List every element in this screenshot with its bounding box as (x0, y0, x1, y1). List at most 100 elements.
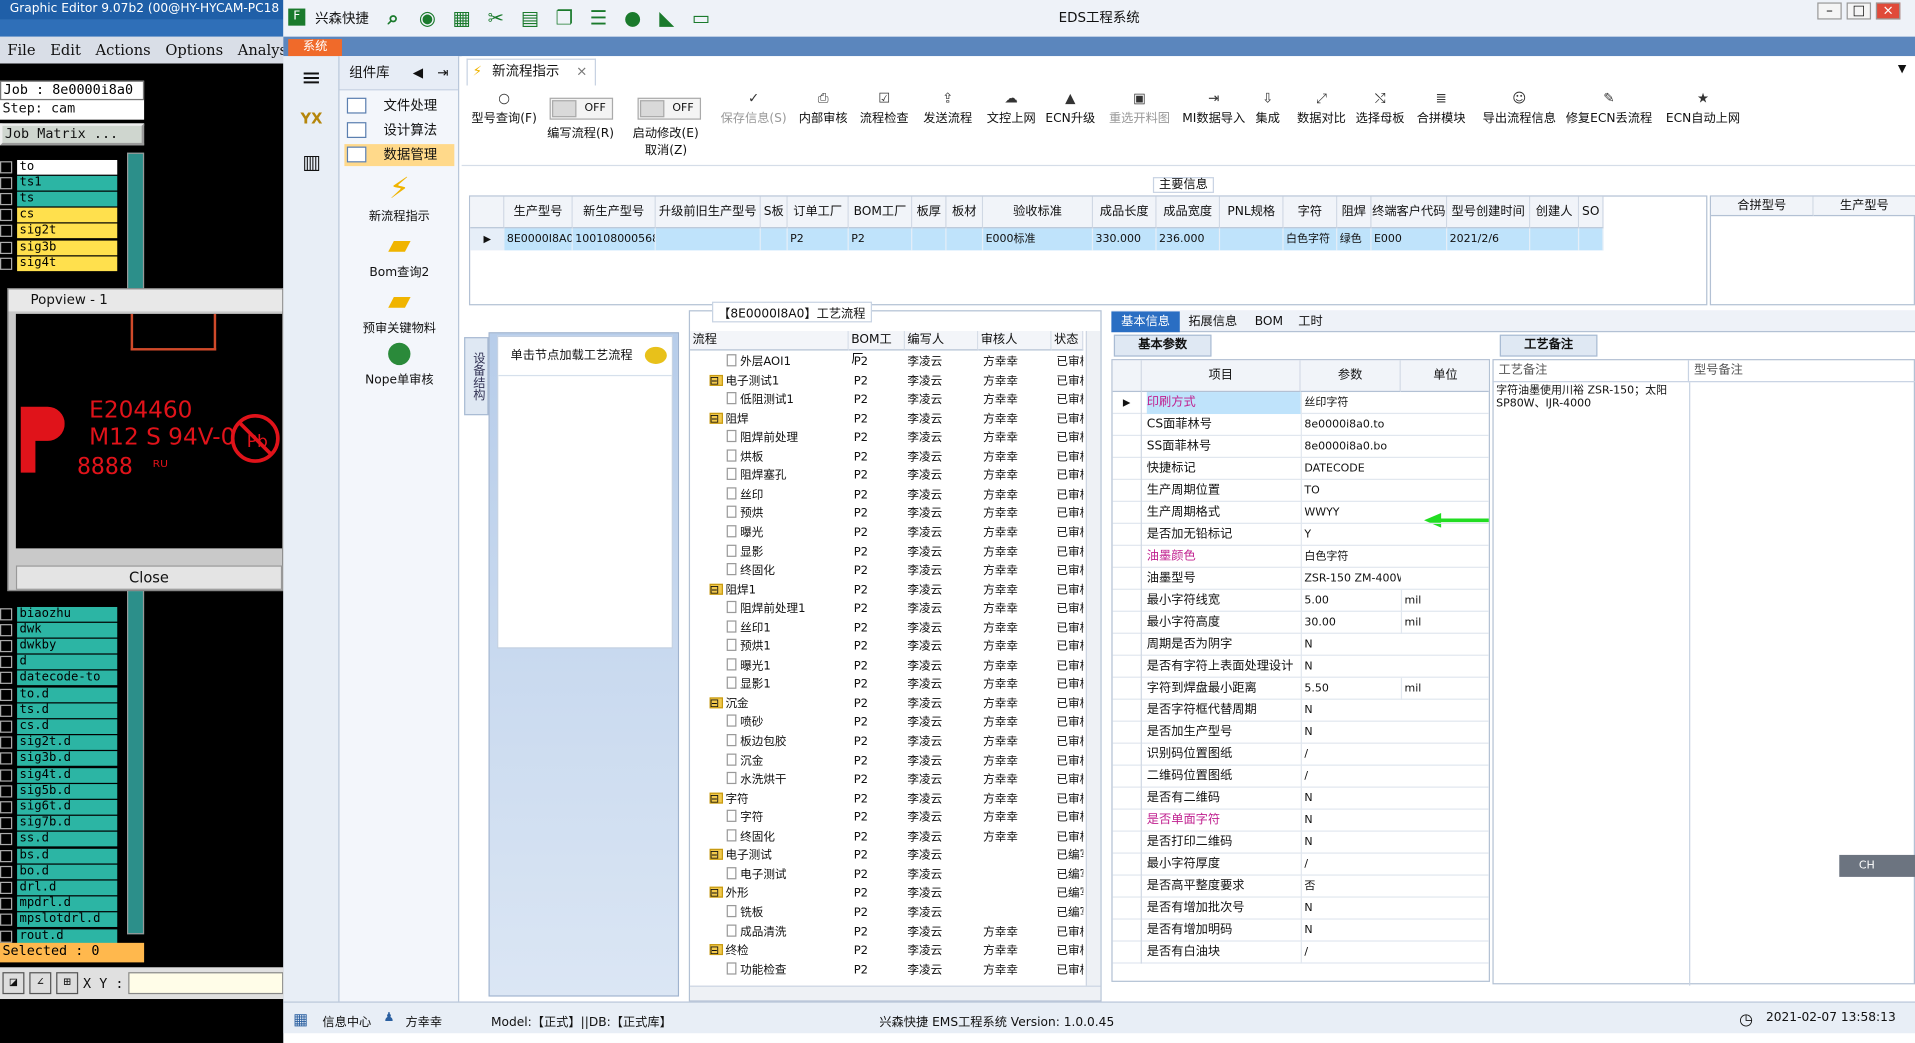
param-value[interactable]: N (1300, 655, 1401, 678)
close-icon[interactable]: × (576, 60, 587, 84)
ge-menu-item[interactable]: Options (165, 42, 223, 59)
param-row[interactable]: 字符到焊盘最小距离 5.50 mil (1112, 677, 1489, 700)
layer-checkbox[interactable] (0, 768, 13, 782)
tree-row[interactable]: 外层AOI1 P2 李凌云 方幸幸 已审核 (690, 353, 1083, 372)
tree-hscrollbar[interactable] (690, 985, 1101, 1001)
expand-icon[interactable]: ⊟ (710, 372, 720, 391)
layer-checkbox[interactable] (0, 849, 13, 862)
layer-checkbox[interactable] (0, 736, 13, 749)
layer-checkbox[interactable] (0, 192, 13, 206)
param-row[interactable]: 是否有白油块 / (1112, 941, 1489, 964)
param-value[interactable]: N (1300, 721, 1401, 744)
detail-tab[interactable]: 基本信息 (1111, 311, 1180, 333)
param-value[interactable]: N (1300, 831, 1401, 854)
collapse-left-icon[interactable]: ◀ (413, 56, 423, 90)
param-row[interactable]: 最小字符线宽 5.00 mil (1112, 589, 1489, 612)
tool-bom-query[interactable]: ▰ Bom查询2 (347, 227, 452, 280)
grid-header[interactable]: 创建人 (1530, 196, 1580, 229)
grid-icon[interactable]: ⊞ (56, 972, 79, 995)
tree-row[interactable]: ⊟ 电子测试 P2 李凌云 已编写 (690, 847, 1083, 866)
tree-row[interactable]: 阻焊前处理 P2 李凌云 方幸幸 已审核 (690, 429, 1083, 448)
param-row[interactable]: 二维码位置图纸 / (1112, 765, 1489, 788)
scissors-icon[interactable]: ✂ (482, 6, 509, 30)
measure-icon[interactable]: ◪ (2, 972, 25, 995)
detail-tab[interactable]: 拓展信息 (1182, 311, 1243, 332)
layer-row[interactable]: ts.d (0, 702, 118, 718)
param-row[interactable]: 是否高平整度要求 否 (1112, 875, 1489, 898)
layer-checkbox[interactable] (0, 241, 13, 254)
yx-logo-icon[interactable]: YX (296, 103, 328, 135)
grid-header[interactable]: SO (1579, 196, 1604, 229)
tree-row[interactable]: 显影1 P2 李凌云 方幸幸 已审核 (690, 676, 1083, 695)
layer-row[interactable]: to (0, 159, 118, 175)
tool-prereview-material[interactable]: ▰ 预审关键物料 (347, 283, 452, 336)
grid-header[interactable]: 新生产型号 (572, 196, 656, 229)
cancel-button[interactable]: 取消(Z) (645, 139, 687, 157)
ribbon-button[interactable]: ✓ 保存信息(S) (721, 90, 787, 125)
grid-cell[interactable]: E000 (1371, 228, 1448, 251)
tree-row[interactable]: 丝印1 P2 李凌云 方幸幸 已审核 (690, 619, 1083, 638)
param-row[interactable]: 是否单面字符 N (1112, 809, 1489, 832)
layer-row[interactable]: datecode-to (0, 670, 118, 686)
tree-header[interactable]: 状态 (1051, 330, 1084, 351)
info-center[interactable]: 信息中心 (322, 1011, 371, 1029)
edit-process-toggle[interactable]: OFF (549, 97, 614, 120)
grid-header[interactable]: PNL规格 (1220, 196, 1284, 229)
param-row[interactable]: 是否有增加明码 N (1112, 919, 1489, 942)
layer-row[interactable]: ts (0, 191, 118, 207)
tree-row[interactable]: 字符 P2 李凌云 方幸幸 已审核 (690, 809, 1083, 828)
device-structure-tab[interactable]: 设备结构 (464, 337, 489, 416)
ge-menu-item[interactable]: Actions (96, 42, 151, 59)
step-field[interactable]: Step: cam (0, 100, 145, 120)
grid-header[interactable]: 板厚 (912, 196, 947, 229)
grid-cell[interactable] (760, 228, 788, 251)
layer-row[interactable]: d (0, 654, 118, 670)
grid-header[interactable]: 型号创建时间 (1447, 196, 1531, 229)
list-icon[interactable]: ☰ (585, 6, 612, 30)
layer-checkbox[interactable] (0, 225, 13, 238)
popview-close-button[interactable]: Close (15, 565, 283, 590)
tree-row[interactable]: 喷砂 P2 李凌云 方幸幸 已审核 (690, 714, 1083, 733)
param-row[interactable]: 是否字符框代替周期 N (1112, 699, 1489, 722)
tree-row[interactable]: 预烘1 P2 李凌云 方幸幸 已审核 (690, 638, 1083, 657)
layer-checkbox[interactable] (0, 672, 13, 685)
grid-header[interactable]: 生产型号 (1813, 196, 1915, 217)
layer-row[interactable]: dwkby (0, 638, 118, 654)
tree-row[interactable]: 功能检查 P2 李凌云 方幸幸 已审核 (690, 961, 1083, 980)
layer-checkbox[interactable] (0, 801, 13, 814)
tree-row[interactable]: 曝光 P2 李凌云 方幸幸 已审核 (690, 524, 1083, 543)
tree-row[interactable]: 板边包胶 P2 李凌云 方幸幸 已审核 (690, 733, 1083, 752)
param-value[interactable]: / (1300, 941, 1401, 964)
layer-checkbox[interactable] (0, 623, 13, 636)
param-row[interactable]: 油墨颜色 白色字符 (1112, 545, 1489, 568)
tree-row[interactable]: 曝光1 P2 李凌云 方幸幸 已审核 (690, 657, 1083, 676)
param-value[interactable]: N (1300, 897, 1401, 920)
tree-row[interactable]: ⊟ 阻焊 P2 李凌云 方幸幸 已审核 (690, 410, 1083, 429)
grid-cell[interactable]: P2 (848, 228, 913, 251)
grid-header[interactable]: 板材 (946, 196, 984, 229)
layer-checkbox[interactable] (0, 913, 13, 927)
expand-icon[interactable]: ⊟ (710, 790, 720, 809)
param-row[interactable]: 最小字符高度 30.00 mil (1112, 611, 1489, 634)
window-icon[interactable]: ▭ (688, 6, 715, 30)
xy-input[interactable] (128, 972, 284, 995)
angle-icon[interactable]: ∠ (29, 972, 52, 995)
layer-row[interactable]: sig4t (0, 255, 118, 271)
param-row[interactable]: 生产周期格式 WWYY (1112, 501, 1489, 524)
grid-cell[interactable] (912, 228, 947, 251)
grid-header[interactable]: BOM工厂 (848, 196, 913, 229)
menu-file-processing[interactable]: 文件处理 (344, 95, 454, 117)
ribbon-button[interactable]: ○ 型号查询(F) (471, 90, 536, 125)
expand-icon[interactable]: ⊟ (710, 885, 720, 904)
layer-row[interactable]: drl.d (0, 880, 118, 896)
param-value[interactable]: N (1300, 699, 1401, 722)
layer-row[interactable]: sig4t.d (0, 767, 118, 783)
param-value[interactable]: 8e0000i8a0.bo (1300, 436, 1401, 458)
expand-icon[interactable]: ⊟ (710, 847, 720, 866)
dropdown-icon[interactable]: ▼ (1898, 64, 1906, 76)
param-row[interactable]: SS面菲林号 8e0000i8a0.bo (1112, 436, 1489, 458)
tree-header[interactable]: 编写人 (904, 330, 979, 351)
grid-menu-icon[interactable]: ▦ (293, 1011, 308, 1029)
popview-canvas[interactable]: E204460 M12 S 94V-0 8888 ᴿᵁ Pb (15, 313, 283, 549)
menu-data-management[interactable]: 数据管理 (344, 144, 455, 167)
